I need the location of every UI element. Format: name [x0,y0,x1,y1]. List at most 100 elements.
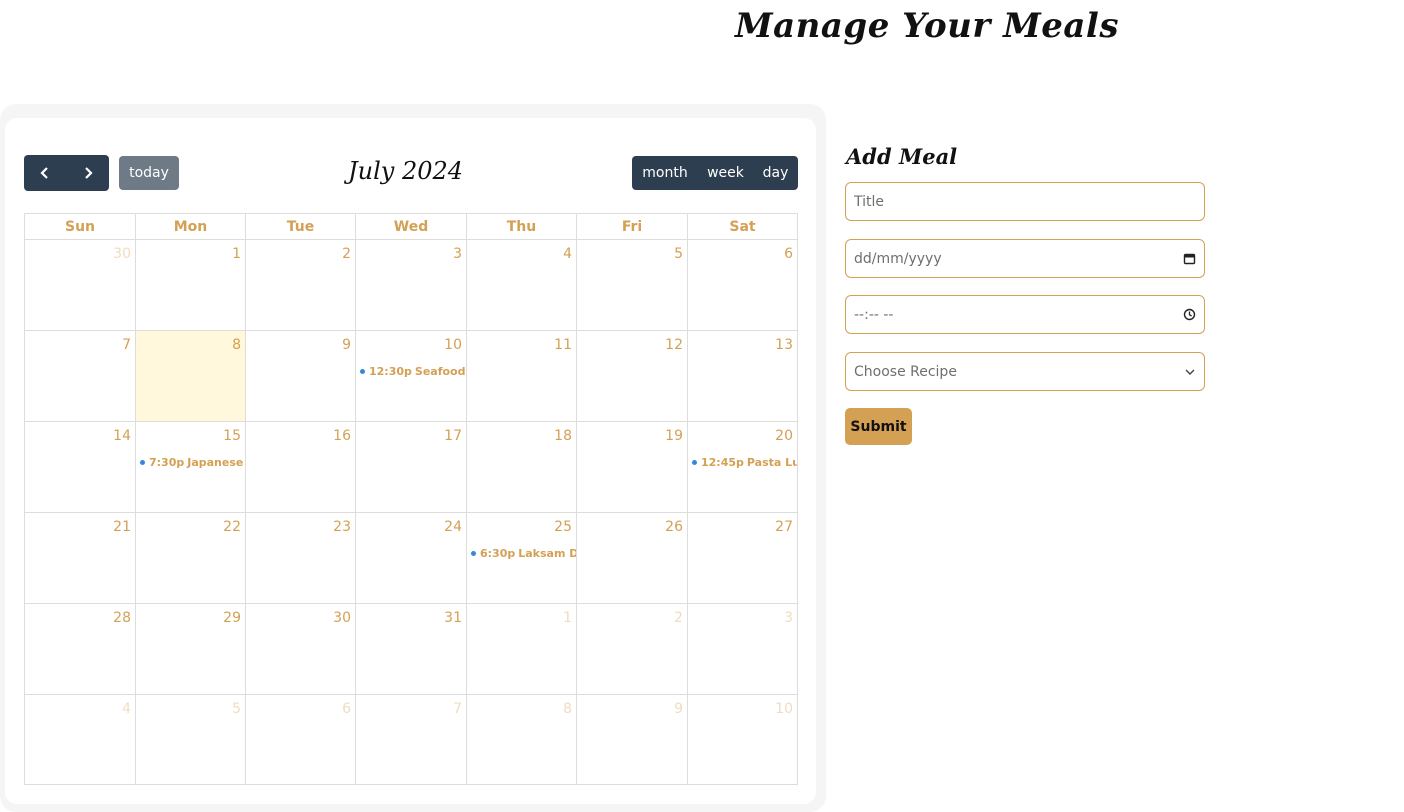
weekday-header: Mon [136,214,246,239]
event-time: 12:30p [369,365,412,378]
calendar-day-cell[interactable]: 17 [356,422,467,512]
calendar-event[interactable]: 6:30p Laksam D [471,547,576,560]
view-day-button[interactable]: day [753,156,798,190]
calendar-day-cell[interactable]: 2 [577,604,688,694]
day-number: 29 [223,610,241,626]
day-number: 11 [554,337,572,353]
day-number: 30 [333,610,351,626]
calendar-day-cell[interactable]: 31 [356,604,467,694]
day-number: 18 [554,428,572,444]
calendar-day-cell[interactable]: 7 [356,695,467,784]
day-number: 15 [223,428,241,444]
calendar-day-cell[interactable]: 5 [136,695,246,784]
day-number: 12 [665,337,683,353]
calendar-event[interactable]: 12:30p Seafood [360,365,466,378]
calendar-day-cell[interactable]: 5 [577,240,688,330]
calendar-day-cell[interactable]: 2 [246,240,356,330]
calendar-week-row: 14 15 7:30pJapanese ! 16 17 18 19 20 12:45pPasta… [25,422,797,513]
calendar-day-cell[interactable]: 26 [577,513,688,603]
calendar-day-cell[interactable]: 21 [25,513,136,603]
calendar-day-cell[interactable]: 4 [25,695,136,784]
day-number: 1 [563,610,572,626]
time-input[interactable]: --:-- -- [845,295,1205,334]
chevron-down-icon [1185,369,1195,375]
day-number: 4 [122,701,131,717]
clock-icon [1183,308,1196,321]
calendar-icon [1183,253,1196,265]
calendar-day-cell[interactable]: 7 [25,331,136,421]
calendar-day-cell[interactable]: 30 [246,604,356,694]
calendar-week-row: 4 5 6 7 8 9 10 [25,695,797,784]
day-number: 10 [444,337,462,353]
calendar-event[interactable]: 7:30pJapanese ! [140,456,245,469]
calendar-day-cell[interactable]: 29 [136,604,246,694]
next-month-button[interactable] [67,155,110,191]
title-input[interactable] [845,182,1205,221]
calendar-day-cell[interactable]: 27 [688,513,797,603]
day-number: 19 [665,428,683,444]
calendar-day-cell[interactable]: 25 6:30p Laksam D [467,513,577,603]
calendar-event[interactable]: 12:45pPasta Lur [692,456,797,469]
calendar-day-cell[interactable]: 22 [136,513,246,603]
day-number: 24 [444,519,462,535]
day-number: 17 [444,428,462,444]
calendar-day-cell[interactable]: 1 [136,240,246,330]
day-number: 2 [674,610,683,626]
calendar-day-cell[interactable]: 11 [467,331,577,421]
prev-month-button[interactable] [24,155,67,191]
calendar-day-cell[interactable]: 19 [577,422,688,512]
calendar-day-cell[interactable]: 14 [25,422,136,512]
view-week-button[interactable]: week [698,156,753,190]
calendar-day-cell[interactable]: 3 [688,604,797,694]
calendar-day-cell[interactable]: 9 [577,695,688,784]
weekday-header: Thu [467,214,577,239]
day-number: 8 [563,701,572,717]
calendar-day-cell[interactable]: 8 [467,695,577,784]
day-number: 14 [113,428,131,444]
day-number: 25 [554,519,572,535]
day-number: 31 [444,610,462,626]
day-number: 16 [333,428,351,444]
day-number: 23 [333,519,351,535]
recipe-select[interactable]: Choose Recipe [845,352,1205,391]
day-number: 6 [342,701,351,717]
recipe-placeholder: Choose Recipe [854,363,957,380]
day-number: 20 [775,428,793,444]
calendar-day-cell[interactable]: 10 [688,695,797,784]
calendar-day-cell[interactable]: 1 [467,604,577,694]
event-dot-icon [692,460,697,465]
date-input[interactable]: dd/mm/yyyy [845,239,1205,278]
today-button[interactable]: today [119,156,179,190]
event-title: Seafood [414,365,466,378]
day-number: 3 [453,246,462,262]
calendar-day-cell[interactable]: 23 [246,513,356,603]
calendar-day-cell[interactable]: 18 [467,422,577,512]
calendar-day-cell[interactable]: 20 12:45pPasta Lur [688,422,797,512]
calendar-day-cell[interactable]: 6 [246,695,356,784]
calendar-day-cell[interactable]: 30 [25,240,136,330]
calendar-day-cell[interactable]: 15 7:30pJapanese ! [136,422,246,512]
calendar-day-cell-today[interactable]: 8 [136,331,246,421]
day-number: 7 [122,337,131,353]
calendar-day-cell[interactable]: 6 [688,240,797,330]
weekday-header: Sat [729,218,756,235]
calendar-day-cell[interactable]: 28 [25,604,136,694]
day-number: 4 [563,246,572,262]
calendar-day-cell[interactable]: 12 [577,331,688,421]
calendar-grid: Sun Mon Tue Wed Thu Fri Sat 30 1 2 3 4 5 6 7 8 9 10 12:30… [24,213,798,785]
calendar-day-cell[interactable]: 3 [356,240,467,330]
calendar-day-cell[interactable]: 24 [356,513,467,603]
view-month-button[interactable]: month [632,156,698,190]
event-time: 12:45p [701,456,744,469]
day-number: 5 [232,701,241,717]
add-meal-heading: Add Meal [846,144,958,169]
calendar-day-cell[interactable]: 16 [246,422,356,512]
calendar-day-cell[interactable]: 9 [246,331,356,421]
calendar-day-cell[interactable]: 4 [467,240,577,330]
calendar-day-cell[interactable]: 10 12:30p Seafood [356,331,467,421]
weekday-header: Wed [356,214,467,239]
submit-button[interactable]: Submit [845,408,912,445]
event-dot-icon [140,460,145,465]
calendar-day-cell[interactable]: 13 [688,331,797,421]
weekday-header: Tue [246,214,356,239]
